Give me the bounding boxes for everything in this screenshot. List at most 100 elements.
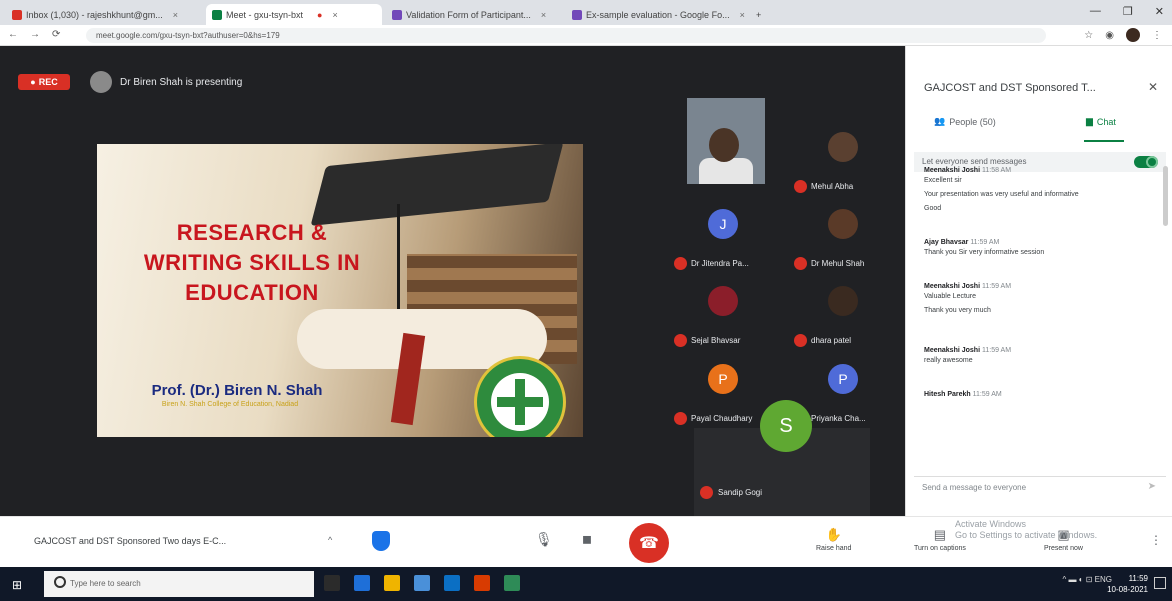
message-time: 11:58 AM — [981, 167, 1012, 174]
avatar: P — [828, 364, 858, 394]
chat-message: Meenakshi Joshi 11:59 AM Valuable Lectur… — [924, 282, 1154, 316]
college-logo — [474, 356, 566, 437]
slide-subtitle: Biren N. Shah College of Education, Nadi… — [161, 401, 299, 408]
send-message-input[interactable]: Send a message to everyone ➤ — [914, 476, 1166, 496]
tab-meet[interactable]: Meet - gxu-tsyn-bxt ● × — [206, 4, 382, 25]
profile-avatar[interactable] — [1126, 28, 1140, 42]
participant-tile[interactable]: Dr Mehul Shah — [792, 201, 900, 285]
participant-name: Mehul Abha — [811, 182, 854, 191]
people-icon: 👥 — [934, 116, 946, 126]
notification-icon[interactable] — [1154, 577, 1166, 589]
chrome-icon[interactable] — [504, 575, 520, 591]
minimize-icon[interactable]: — — [1090, 5, 1101, 18]
microphone-icon[interactable]: 🎙 — [535, 531, 553, 548]
tab-chat[interactable]: ▆ Chat — [1086, 116, 1116, 127]
task-view-icon[interactable] — [324, 575, 340, 591]
message-author: Meenakshi Joshi — [924, 283, 981, 290]
send-icon[interactable]: ➤ — [1148, 481, 1156, 492]
forms-icon — [392, 9, 402, 20]
mic-off-icon — [674, 412, 687, 425]
participant-tile[interactable]: Sejal Bhavsar — [672, 278, 780, 362]
avatar: S — [760, 400, 812, 452]
message-author: Hitesh Parekh — [924, 391, 971, 398]
taskbar-search-input[interactable]: Type here to search — [44, 571, 314, 597]
avatar — [828, 209, 858, 239]
tab-ex-sample[interactable]: Ex-sample evaluation - Google Fo... × — [566, 4, 746, 25]
phone-hangup-icon: ☎ — [639, 535, 659, 552]
edge-icon[interactable] — [354, 575, 370, 591]
participant-name: Dr Jitendra Pa... — [691, 259, 749, 268]
mic-off-icon — [674, 257, 687, 270]
participant-tile[interactable]: Mehul Abha — [792, 124, 900, 208]
self-camera-tile[interactable] — [687, 98, 765, 184]
close-icon[interactable]: × — [541, 10, 546, 20]
panel-tabs: 👥 People (50) ▆ Chat — [906, 106, 1172, 142]
url-field[interactable]: meet.google.com/gxu-tsyn-bxt?authuser=0&… — [86, 28, 1046, 43]
participant-name: Sejal Bhavsar — [691, 336, 741, 345]
presenter-indicator: Dr Biren Shah is presenting — [90, 71, 242, 93]
chat-scrollbar[interactable] — [1163, 166, 1168, 226]
forward-icon[interactable]: → — [30, 29, 40, 40]
message-time: 11:59 AM — [972, 391, 1002, 398]
raise-hand-label: Raise hand — [816, 545, 852, 552]
new-tab-button[interactable]: + — [750, 4, 774, 25]
nav-buttons: ← → ⟳ — [8, 29, 60, 40]
forms-icon — [572, 9, 582, 20]
camera-icon[interactable]: ◼ — [582, 532, 592, 546]
presentation-slide: RESEARCH & WRITING SKILLS IN EDUCATION P… — [97, 144, 583, 437]
back-icon[interactable]: ← — [8, 29, 18, 40]
recording-dot-icon: ● — [317, 9, 323, 20]
menu-icon[interactable]: ⋮ — [1152, 30, 1162, 41]
search-placeholder: Type here to search — [70, 579, 141, 588]
record-dot-icon: ● — [30, 77, 36, 87]
store-icon[interactable] — [414, 575, 430, 591]
star-icon[interactable]: ☆ — [1084, 30, 1093, 41]
activate-subtitle: Go to Settings to activate Windows. — [955, 530, 1098, 540]
message-text: Excellent sir — [924, 177, 962, 184]
tab-validation-form[interactable]: Validation Form of Participant... × — [386, 4, 562, 25]
powerpoint-icon[interactable] — [474, 575, 490, 591]
mic-off-icon — [794, 334, 807, 347]
leave-call-button[interactable]: ☎ — [629, 523, 669, 563]
extension-icon[interactable]: ◉ — [1105, 30, 1114, 41]
send-placeholder: Send a message to everyone — [922, 483, 1027, 492]
meeting-name[interactable]: GAJCOST and DST Sponsored Two days E-C..… — [34, 536, 226, 546]
more-options-icon[interactable]: ⋮ — [1150, 533, 1162, 547]
logo-cross — [497, 397, 543, 407]
participant-tile[interactable]: J Dr Jitendra Pa... — [672, 201, 780, 285]
message-text: Valuable Lecture — [924, 293, 977, 300]
close-icon[interactable]: × — [740, 10, 745, 20]
close-icon[interactable]: × — [332, 10, 337, 20]
windows-start-icon[interactable]: ⊞ — [12, 578, 22, 592]
system-tray[interactable]: ^ ▬ ◐ ⊡ ENG — [1062, 575, 1112, 584]
mic-off-icon — [674, 334, 687, 347]
avatar — [828, 132, 858, 162]
mic-off-icon — [794, 257, 807, 270]
maximize-icon[interactable]: ❐ — [1123, 5, 1133, 18]
captions-label: Turn on captions — [914, 545, 966, 552]
tab-chat-label: Chat — [1096, 116, 1116, 127]
close-icon[interactable]: ✕ — [1148, 80, 1158, 94]
close-window-icon[interactable]: ✕ — [1155, 5, 1164, 18]
chat-icon: ▆ — [1086, 116, 1093, 126]
close-icon[interactable]: × — [173, 10, 178, 20]
tab-people[interactable]: 👥 People (50) — [934, 116, 996, 127]
chat-message: Ajay Bhavsar 11:59 AM Thank you Sir very… — [924, 238, 1154, 258]
activate-windows-watermark: Activate Windows Go to Settings to activ… — [955, 519, 1097, 541]
clock-time: 11:59 — [1128, 574, 1148, 583]
system-clock[interactable]: 11:59 10-08-2021 — [1107, 573, 1148, 595]
participant-tile[interactable]: dhara patel — [792, 278, 900, 362]
active-tab-indicator — [1084, 140, 1124, 142]
tab-inbox[interactable]: Inbox (1,030) - rajeshkhunt@gm... × — [6, 4, 204, 25]
panel-title: GAJCOST and DST Sponsored T... — [924, 82, 1096, 94]
chevron-up-icon[interactable]: ^ — [328, 535, 332, 545]
participant-label: Mehul Abha — [794, 180, 853, 193]
mail-icon[interactable] — [444, 575, 460, 591]
file-explorer-icon[interactable] — [384, 575, 400, 591]
participant-name: Sandip Gogi — [718, 488, 763, 497]
reload-icon[interactable]: ⟳ — [52, 29, 60, 40]
raise-hand-button[interactable]: ✋ Raise hand — [816, 527, 851, 552]
windows-taskbar: ⊞ Type here to search ^ ▬ ◐ ⊡ ENG 11:59 … — [0, 567, 1172, 601]
shield-icon[interactable] — [372, 531, 390, 551]
slide-title: RESEARCH & WRITING SKILLS IN EDUCATION — [97, 218, 407, 308]
